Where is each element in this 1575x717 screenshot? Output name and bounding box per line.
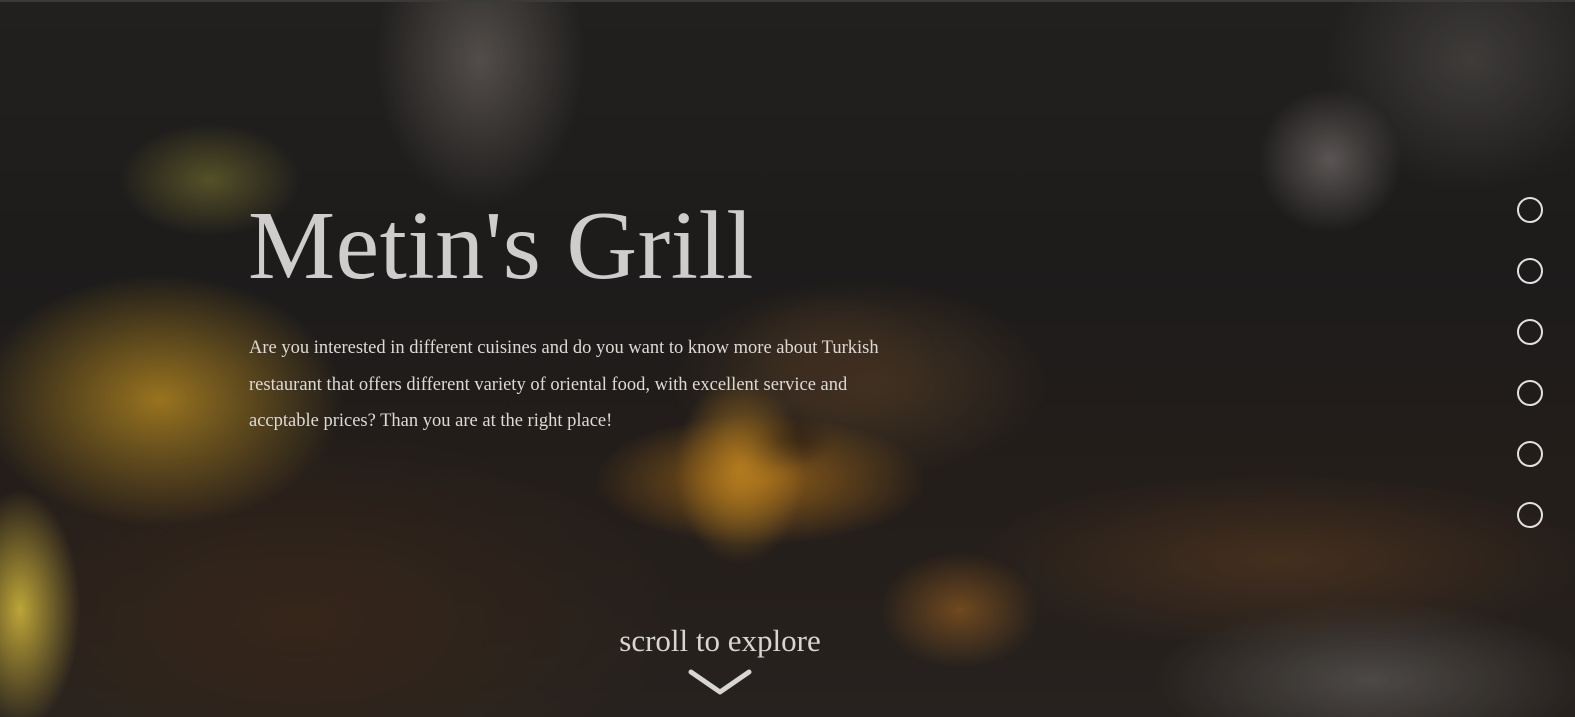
section-nav-dot[interactable]	[1517, 502, 1543, 528]
chevron-down-icon[interactable]	[688, 668, 752, 698]
section-nav-dot[interactable]	[1517, 380, 1543, 406]
section-nav-dot[interactable]	[1517, 319, 1543, 345]
hero-section: Metin's Grill Are you interested in diff…	[0, 0, 1575, 717]
section-nav-dot[interactable]	[1517, 197, 1543, 223]
top-divider	[0, 0, 1575, 2]
section-nav	[1517, 197, 1543, 563]
scroll-label: scroll to explore	[619, 623, 821, 658]
section-nav-dot[interactable]	[1517, 441, 1543, 467]
section-nav-dot[interactable]	[1517, 258, 1543, 284]
scroll-to-explore-button[interactable]: scroll to explore	[560, 620, 880, 698]
page-title: Metin's Grill	[248, 192, 754, 300]
hero-description: Are you interested in different cuisines…	[249, 338, 879, 431]
